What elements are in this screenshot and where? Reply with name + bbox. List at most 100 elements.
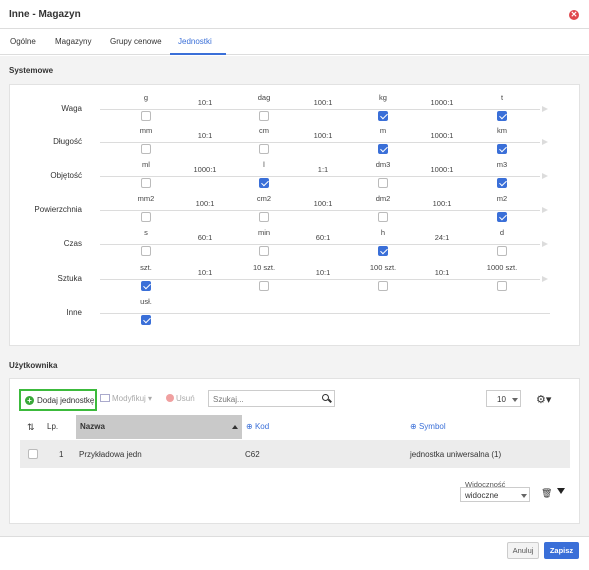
arrow-right-icon [542,173,548,179]
unit-ratio: 24:1 [434,233,450,242]
tab-warehouses[interactable]: Magazyny [55,37,91,46]
arrow-right-icon [542,106,548,112]
unit-checkbox[interactable] [378,111,388,121]
unit-name: dm3 [375,160,391,169]
unit-checkbox[interactable] [497,281,507,291]
unit-checkbox[interactable] [141,111,151,121]
unit-name: t [500,93,504,102]
unit-name: m3 [496,160,508,169]
settings-gear-icon[interactable]: ⚙▾ [536,393,551,406]
row-name: Przykładowa jedn [79,450,142,459]
visibility-filter-value: widoczne [465,491,499,500]
plus-icon: + [25,396,34,405]
unit-name: kg [379,93,387,102]
add-unit-label: Dodaj jednostkę [37,396,95,405]
unit-scale-line [100,279,540,280]
unit-checkbox[interactable] [497,178,507,188]
tab-units[interactable]: Jednostki [178,37,212,46]
unit-ratio: 10:1 [434,268,450,277]
unit-checkbox[interactable] [378,246,388,256]
unit-checkbox[interactable] [378,178,388,188]
unit-name: dag [257,93,271,102]
unit-checkbox[interactable] [497,111,507,121]
tab-general[interactable]: Ogólne [10,37,36,46]
row-lp: 1 [59,450,64,459]
add-unit-button[interactable]: + Dodaj jednostkę [19,389,97,411]
unit-ratio: 100:1 [313,199,333,208]
unit-ratio: 1:1 [317,165,329,174]
unit-scale-line [100,244,540,245]
unit-row-label: Waga [61,104,82,113]
dialog-footer [0,536,589,570]
user-section-title: Użytkownika [9,361,58,370]
unit-checkbox[interactable] [378,281,388,291]
unit-row-label: Czas [63,239,82,248]
sort-asc-icon [232,425,238,429]
unit-checkbox[interactable] [497,246,507,256]
page-size-value: 10 [497,395,506,404]
unit-ratio: 10:1 [197,268,213,277]
dialog-titlebar: Inne - Magazyn ✕ [0,0,589,29]
unit-checkbox[interactable] [259,178,269,188]
delete-button[interactable]: Usuń [166,394,195,403]
arrow-right-icon [542,276,548,282]
header-code[interactable]: ⊕ Kod [246,422,269,431]
search-input[interactable] [213,393,313,405]
save-button[interactable]: Zapisz [544,542,579,559]
unit-checkbox[interactable] [259,111,269,121]
filter-icon[interactable] [557,488,565,494]
unit-checkbox[interactable] [141,281,151,291]
unit-row-label: Inne [66,308,82,317]
delete-icon [166,394,174,402]
unit-checkbox[interactable] [259,144,269,154]
reorder-icon[interactable]: ⇅ [27,422,35,433]
unit-checkbox[interactable] [141,246,151,256]
unit-name: h [380,228,386,237]
page-size-select[interactable]: 10 [486,390,521,407]
unit-checkbox[interactable] [259,281,269,291]
row-symbol: jednostka uniwersalna (1) [410,450,502,459]
unit-name: cm2 [256,194,272,203]
unit-name: m [379,126,387,135]
chevron-down-icon [521,494,527,498]
unit-checkbox[interactable] [497,212,507,222]
unit-ratio: 10:1 [197,131,213,140]
unit-name: 1000 szt. [486,263,518,272]
modify-label: Modyfikuj [112,394,146,403]
visibility-filter-select[interactable]: widoczne [460,487,530,502]
trash-icon[interactable]: 🗑 [541,488,552,499]
unit-name: g [143,93,149,102]
unit-name: 10 szt. [252,263,276,272]
tab-price-groups[interactable]: Grupy cenowe [110,37,162,46]
chevron-down-icon [512,398,518,402]
unit-checkbox[interactable] [141,178,151,188]
arrow-right-icon [542,241,548,247]
system-units-panel [9,84,580,346]
unit-checkbox[interactable] [141,315,151,325]
dialog-title: Inne - Magazyn [9,9,81,20]
search-icon[interactable] [322,394,329,401]
unit-checkbox[interactable] [141,144,151,154]
unit-checkbox[interactable] [378,212,388,222]
unit-checkbox[interactable] [259,212,269,222]
modify-button[interactable]: Modyfikuj ▾ [100,394,152,403]
unit-name: dm2 [375,194,391,203]
unit-ratio: 1000:1 [193,165,217,174]
row-checkbox[interactable] [28,449,38,459]
unit-name: usł. [140,297,152,306]
unit-ratio: 1000:1 [430,131,454,140]
unit-checkbox[interactable] [378,144,388,154]
header-name: Nazwa [80,422,105,431]
unit-name: s [144,228,148,237]
close-icon[interactable]: ✕ [569,10,579,20]
unit-checkbox[interactable] [497,144,507,154]
unit-checkbox[interactable] [141,212,151,222]
unit-checkbox[interactable] [259,246,269,256]
header-symbol[interactable]: ⊕ Symbol [410,422,446,431]
arrow-right-icon [542,207,548,213]
unit-name: szt. [140,263,152,272]
unit-ratio: 100:1 [313,98,333,107]
header-lp[interactable]: Lp. [47,422,58,431]
cancel-button[interactable]: Anuluj [507,542,539,559]
delete-label: Usuń [176,394,195,403]
